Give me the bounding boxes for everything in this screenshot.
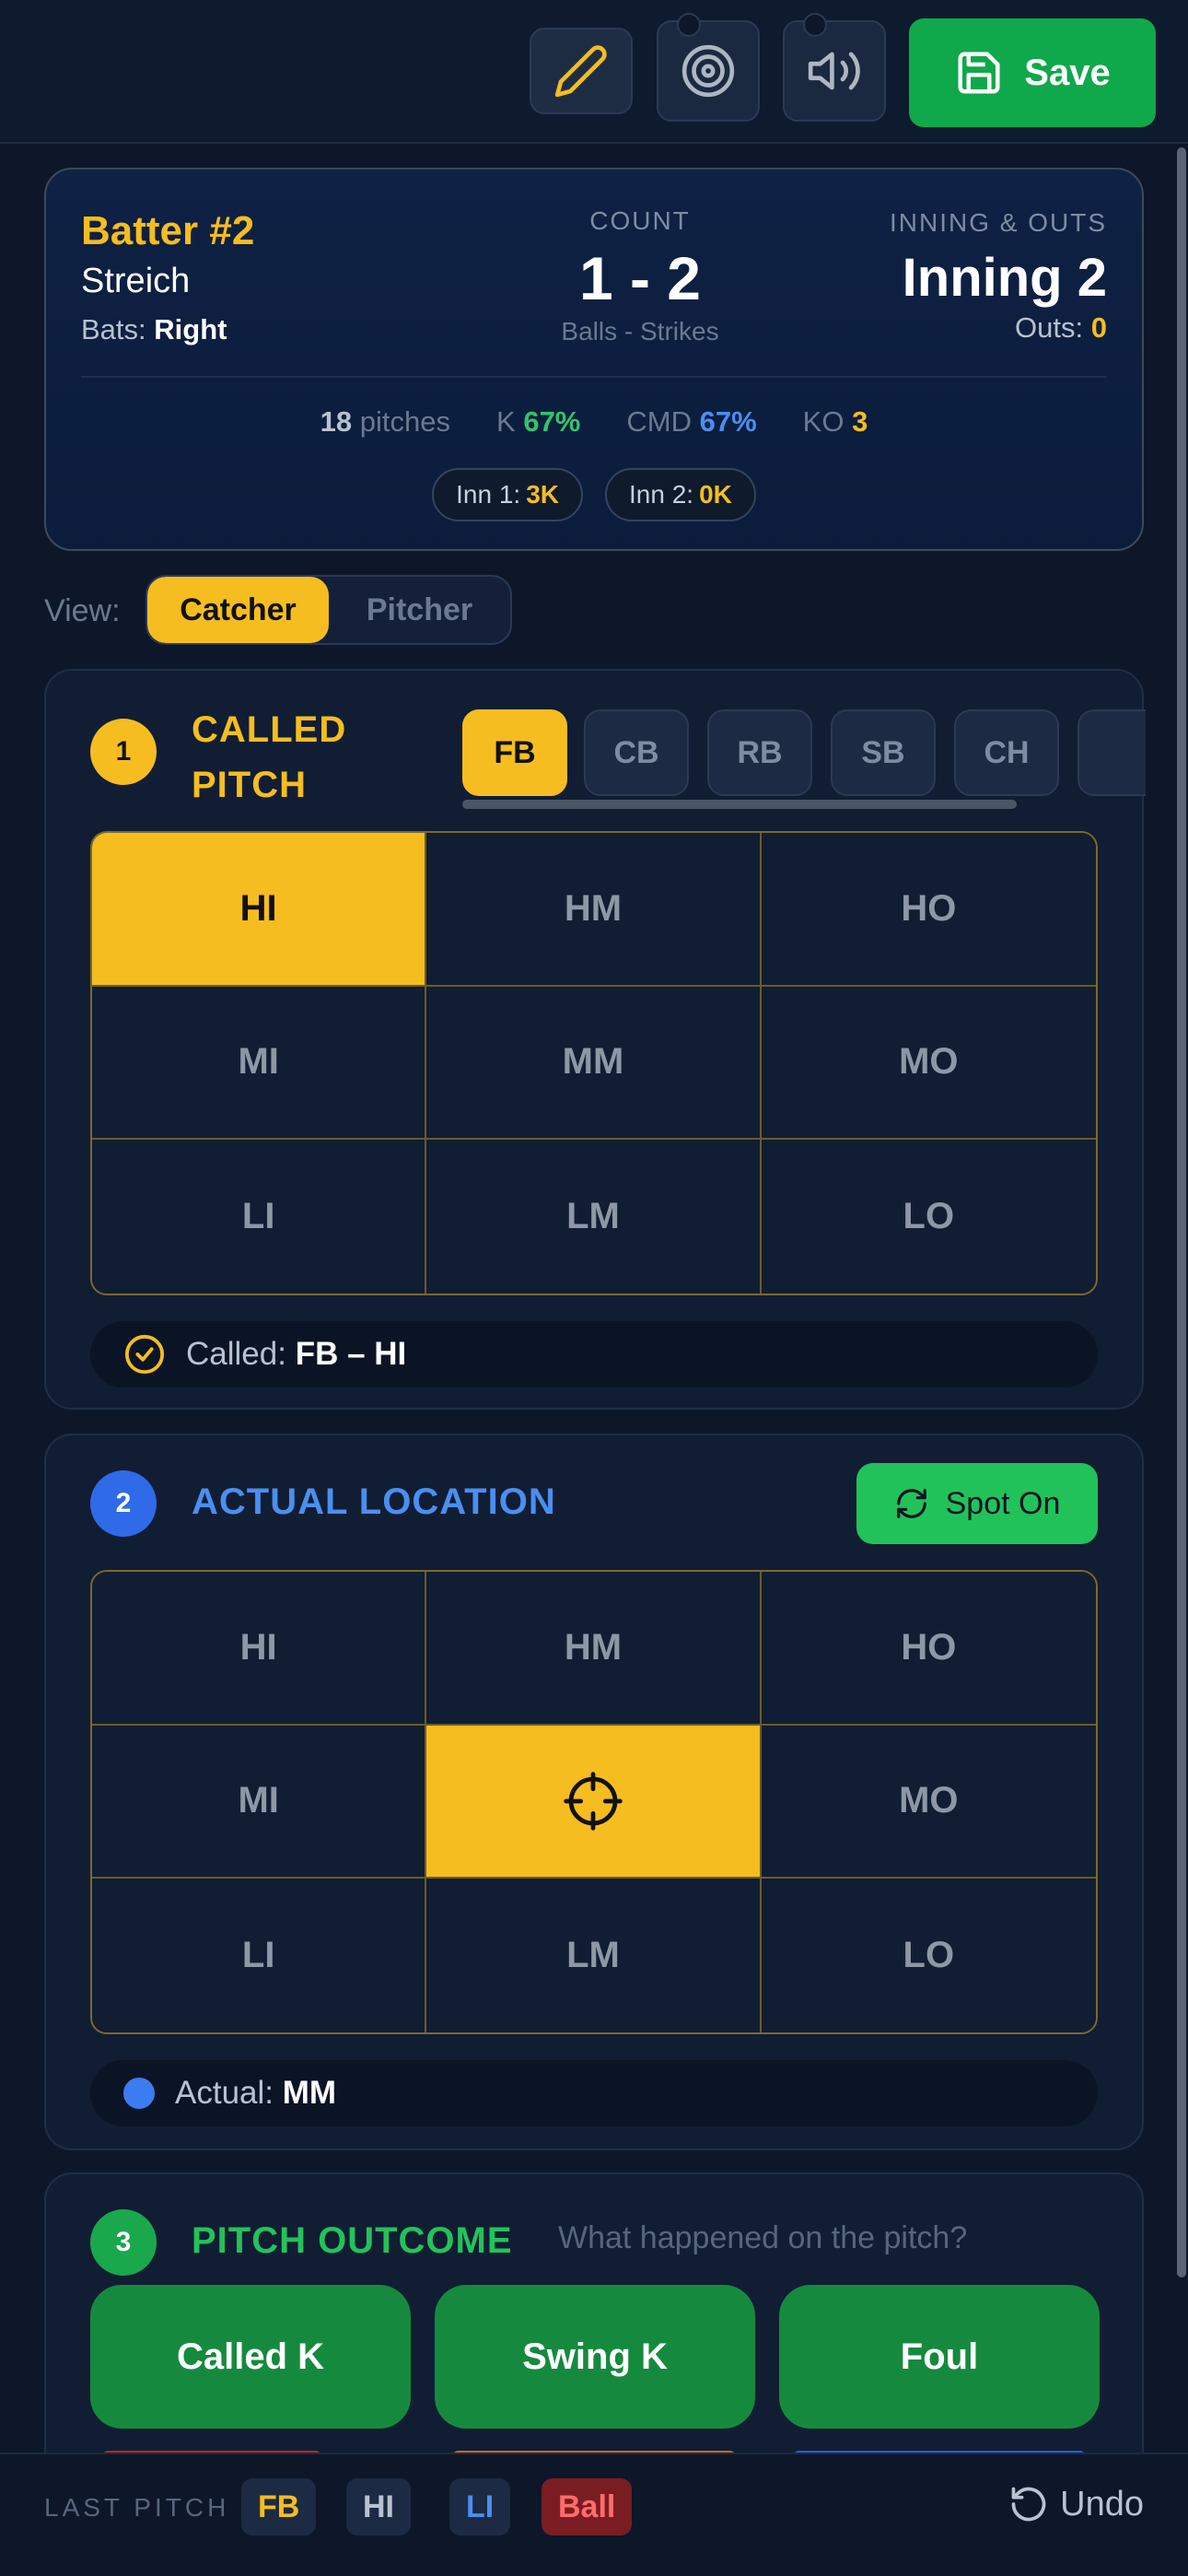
pitch-type-more[interactable]	[1077, 709, 1146, 796]
section-title: CALLED PITCH	[192, 709, 347, 805]
strike-pct-stat: K 67%	[496, 405, 581, 438]
actual-result-bar: Actual: MM	[90, 2060, 1098, 2126]
zone-cell[interactable]: HO	[761, 833, 1096, 987]
view-toggle: Catcher Pitcher	[146, 575, 512, 645]
last-pitch-label: LAST PITCH	[44, 2493, 230, 2522]
last-pitch-chip: Ball	[542, 2478, 633, 2535]
actual-location-section: 2 ACTUAL LOCATION Spot On HI HM HO MI MO…	[44, 1434, 1144, 2150]
zone-cell[interactable]: LI	[92, 1140, 427, 1294]
floppy-disk-icon	[958, 52, 1000, 94]
speaker-icon	[808, 52, 860, 90]
called-result-bar: Called: FB – HI	[90, 1321, 1098, 1388]
zone-cell[interactable]: HM	[426, 1572, 762, 1726]
batter-player-name: Streich	[81, 262, 191, 300]
last-pitch-chip: LI	[449, 2478, 511, 2535]
edit-button[interactable]	[530, 28, 633, 114]
blue-dot-icon	[123, 2078, 155, 2109]
pitch-type-tabs: FB CB RB SB CH	[462, 709, 1146, 811]
section-title: PITCH OUTCOME	[192, 2220, 513, 2261]
inning-chips: Inn 1: 3K Inn 2: 0K	[46, 468, 1142, 521]
foul-button[interactable]: Foul	[779, 2285, 1100, 2429]
undo-icon	[1011, 2487, 1046, 2522]
inning-value: Inning 2	[902, 248, 1107, 308]
pitch-count-stat: 18 pitches	[320, 405, 451, 438]
check-circle-icon	[124, 1334, 165, 1375]
divider	[81, 376, 1107, 378]
save-button[interactable]: Save	[909, 18, 1156, 127]
swing-k-button[interactable]: Swing K	[435, 2285, 755, 2429]
save-label: Save	[1024, 52, 1111, 93]
pencil-icon	[554, 45, 607, 98]
batter-bats: Bats: Right	[81, 313, 227, 345]
pitch-type-sb[interactable]: SB	[831, 709, 936, 796]
refresh-icon	[896, 1489, 926, 1518]
badge-dot	[677, 13, 701, 37]
count-value: 1 - 2	[578, 244, 702, 312]
actual-result: Actual: MM	[175, 2075, 337, 2111]
pitch-type-fb[interactable]: FB	[462, 709, 567, 796]
zone-cell[interactable]: LM	[426, 1140, 762, 1294]
step-number: 2	[90, 1470, 157, 1537]
called-k-button[interactable]: Called K	[90, 2285, 411, 2429]
zone-cell[interactable]: MO	[761, 986, 1096, 1141]
inning-label: INNING & OUTS	[889, 208, 1107, 237]
batter-name: Batter #2	[81, 208, 255, 253]
zone-cell[interactable]: HI	[92, 1572, 427, 1726]
zone-cell[interactable]: MI	[92, 1725, 427, 1879]
last-pitch-chip: HI	[346, 2478, 411, 2535]
target-button[interactable]	[657, 13, 760, 122]
count-sub-label: Balls - Strikes	[561, 317, 719, 345]
zone-cell[interactable]: LO	[761, 1140, 1096, 1294]
strikeout-stat: KO 3	[802, 405, 868, 438]
zone-cell[interactable]: MM	[426, 986, 762, 1141]
pitch-type-cb[interactable]: CB	[584, 709, 689, 796]
badge-dot	[803, 13, 827, 37]
outcome-hint: What happened on the pitch?	[558, 2220, 968, 2255]
zone-cell[interactable]: LO	[761, 1879, 1096, 2032]
step-number: 3	[90, 2209, 157, 2276]
undo-button[interactable]: Undo	[1008, 2484, 1144, 2524]
called-result: Called: FB – HI	[186, 1336, 407, 1372]
step-number: 1	[90, 719, 157, 785]
pitch-type-ch[interactable]: CH	[954, 709, 1059, 796]
tabs-scrollbar[interactable]	[462, 800, 1017, 809]
zone-cell[interactable]: HI	[92, 833, 427, 987]
pitch-type-rb[interactable]: RB	[707, 709, 812, 796]
zone-cell-selected[interactable]	[426, 1725, 762, 1879]
count-label: COUNT	[589, 206, 691, 235]
page-scrollbar[interactable]	[1177, 147, 1186, 2277]
top-toolbar: Save	[0, 0, 1188, 144]
sound-button[interactable]	[783, 13, 886, 122]
zone-cell[interactable]: HO	[761, 1572, 1096, 1726]
section-title: ACTUAL LOCATION	[192, 1481, 556, 1522]
called-zone-grid: HI HM HO MI MM MO LI LM LO	[90, 831, 1098, 1295]
actual-zone-grid: HI HM HO MI MO LI LM LO	[90, 1570, 1098, 2034]
view-option-pitcher[interactable]: Pitcher	[329, 577, 510, 643]
inning-chip: Inn 2: 0K	[605, 468, 756, 521]
target-icon	[681, 44, 735, 98]
batter-card: Batter #2 Streich Bats: Right COUNT 1 - …	[44, 168, 1144, 551]
view-label: View:	[44, 593, 121, 628]
view-option-catcher[interactable]: Catcher	[147, 577, 329, 643]
crosshair-icon	[564, 1772, 623, 1831]
command-pct-stat: CMD 67%	[626, 405, 757, 438]
zone-cell[interactable]: HM	[426, 833, 762, 987]
zone-cell[interactable]: MI	[92, 986, 427, 1141]
called-pitch-section: 1 CALLED PITCH FB CB RB SB CH HI HM HO M…	[44, 669, 1146, 1410]
last-pitch-chip: FB	[241, 2478, 317, 2535]
zone-cell[interactable]: LI	[92, 1879, 427, 2032]
spot-on-button[interactable]: Spot On	[856, 1463, 1098, 1544]
zone-cell[interactable]: MO	[761, 1725, 1096, 1879]
outs-value: Outs: 0	[1015, 311, 1107, 344]
inning-chip: Inn 1: 3K	[432, 468, 583, 521]
pitch-stats: 18 pitches K 67% CMD 67% KO 3	[46, 405, 1142, 439]
zone-cell[interactable]: LM	[426, 1879, 762, 2032]
